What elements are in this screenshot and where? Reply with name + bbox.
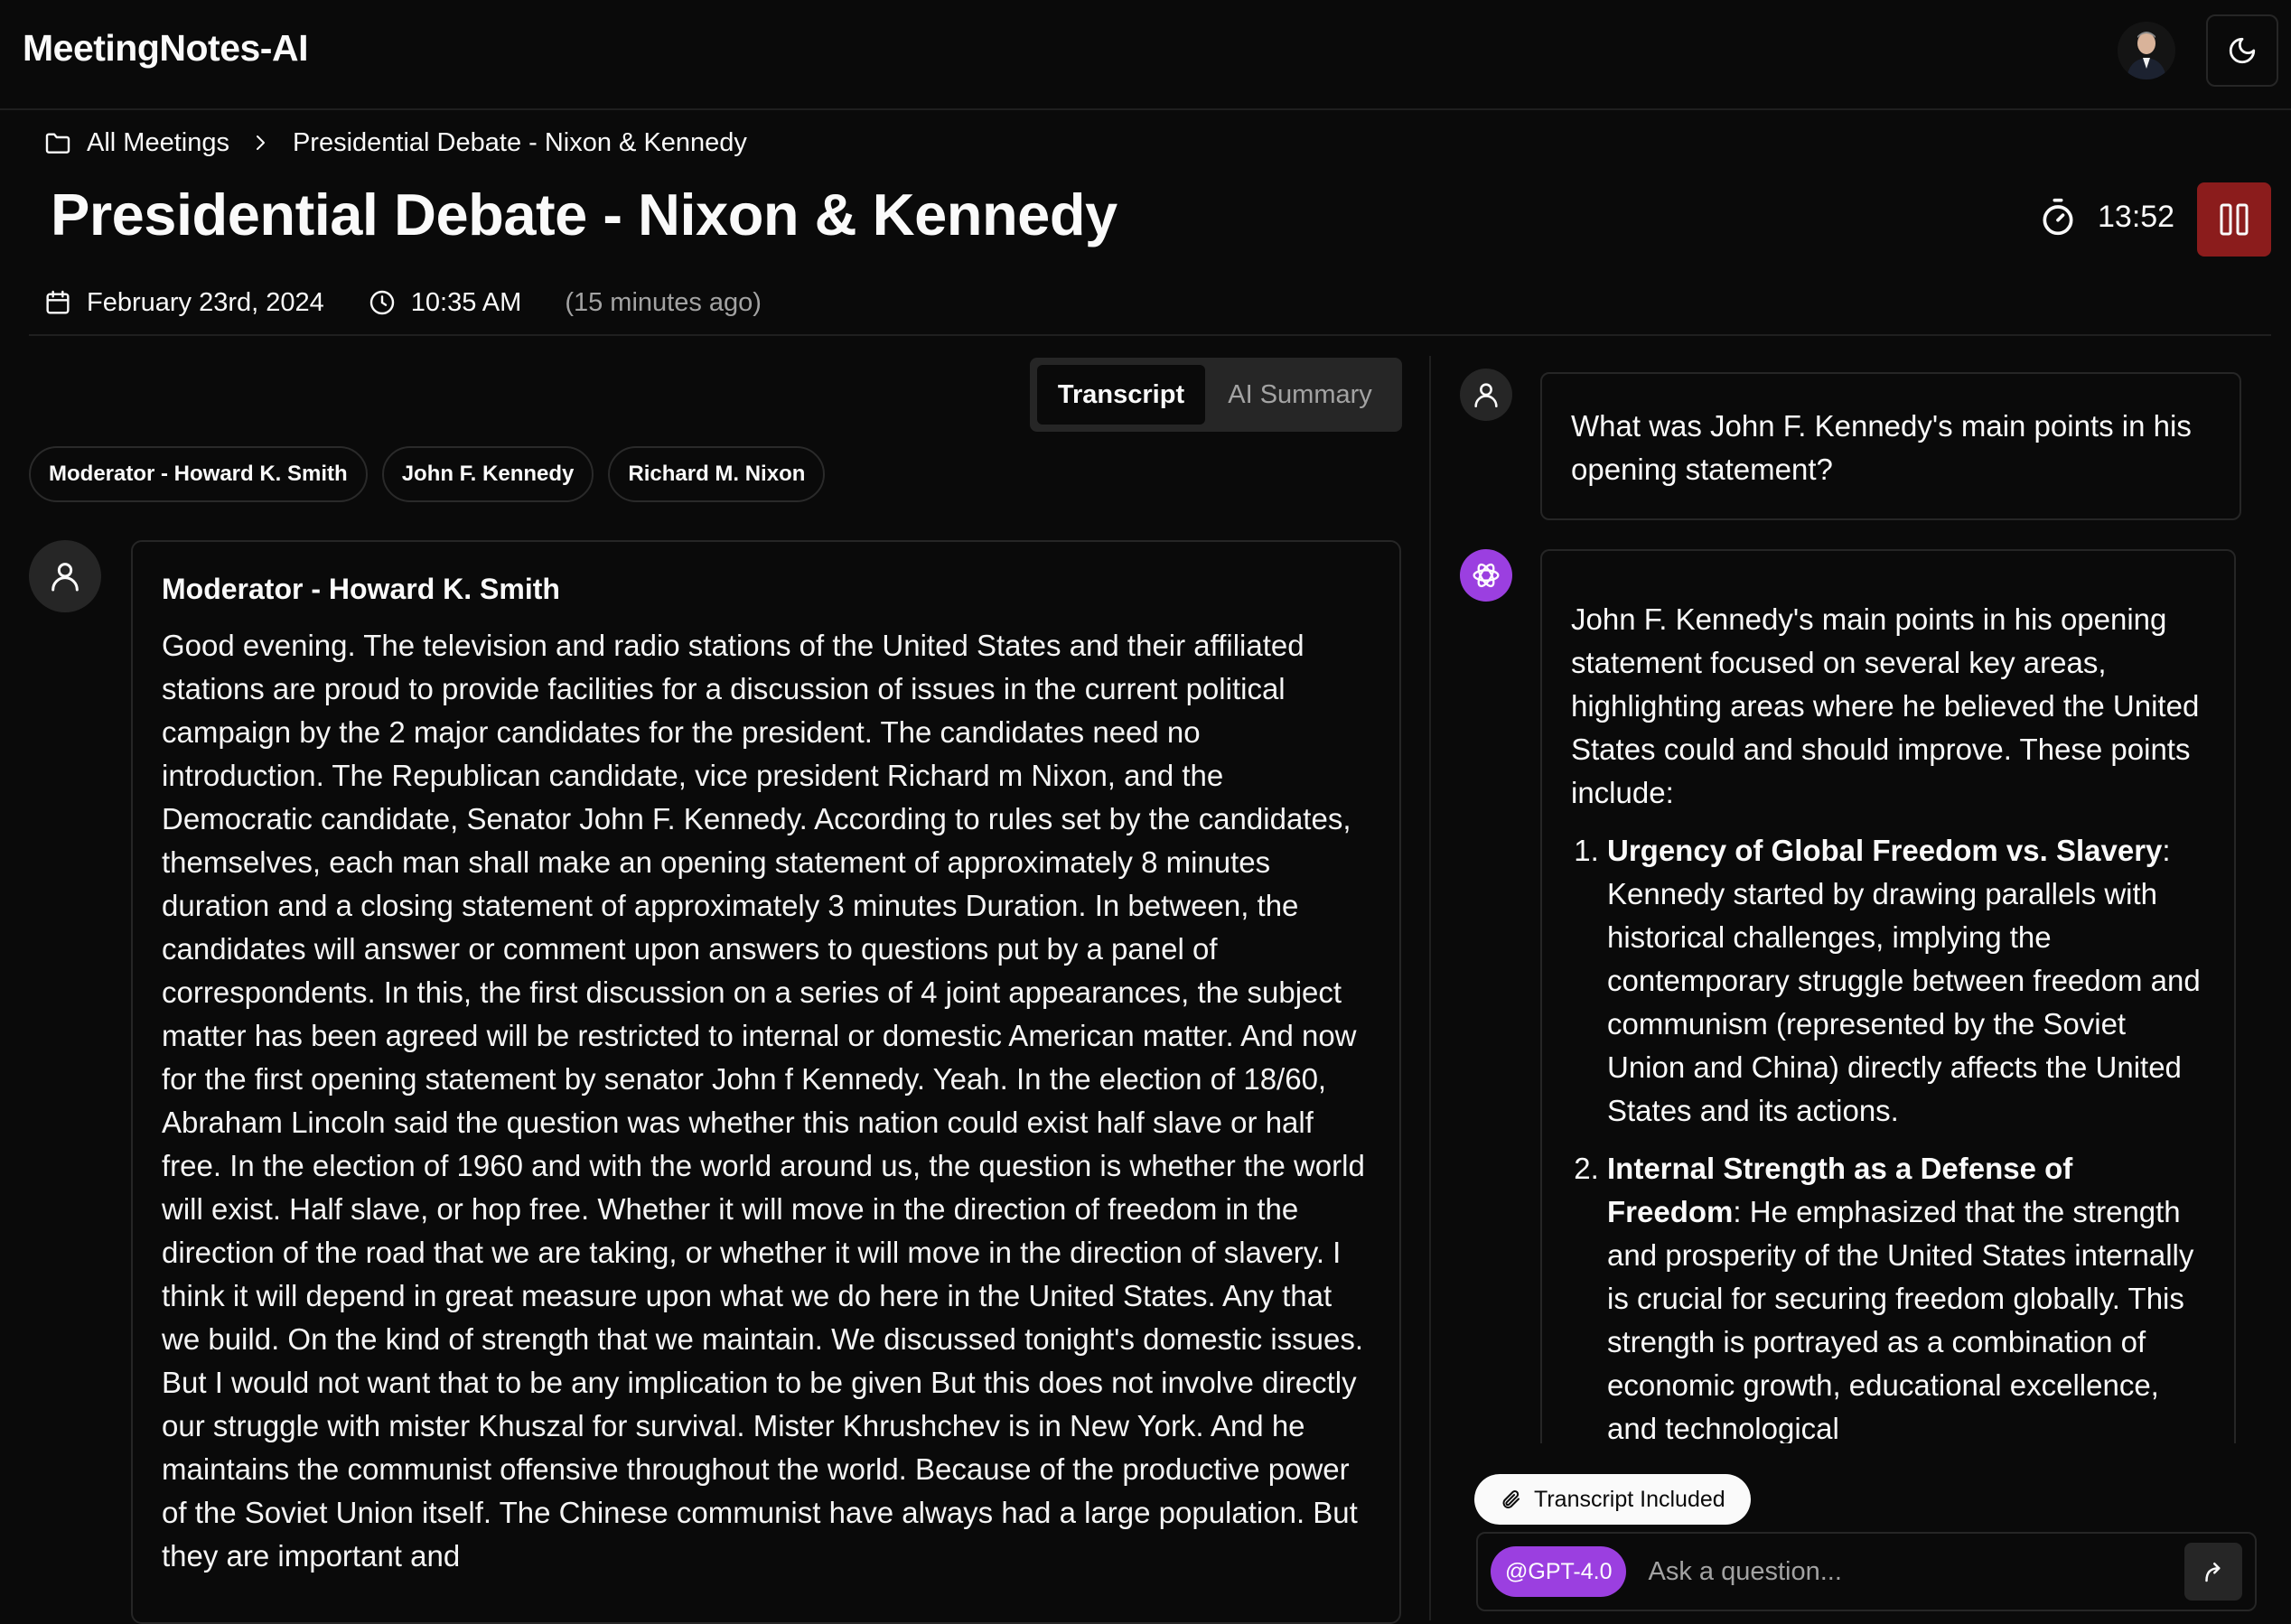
chat-user-message: What was John F. Kennedy's main points i… bbox=[1540, 372, 2241, 520]
send-icon bbox=[2205, 1563, 2221, 1582]
chat-input-bar: @GPT-4.0 bbox=[1476, 1532, 2257, 1611]
chevron-right-icon bbox=[249, 132, 271, 154]
meeting-date: February 23rd, 2024 bbox=[87, 287, 324, 317]
clock-icon bbox=[368, 288, 397, 317]
point-title: Urgency of Global Freedom vs. Slavery bbox=[1607, 834, 2163, 867]
transcript-included-toggle[interactable]: Transcript Included bbox=[1474, 1474, 1751, 1525]
openai-icon bbox=[1473, 563, 1500, 588]
top-bar: MeetingNotes-AI bbox=[0, 0, 2291, 110]
stopwatch-icon bbox=[2038, 197, 2078, 237]
meeting-relative-time: (15 minutes ago) bbox=[565, 287, 762, 317]
speaker-filter: Moderator - Howard K. Smith John F. Kenn… bbox=[29, 446, 839, 502]
transcript-speaker-name: Moderator - Howard K. Smith bbox=[162, 573, 560, 605]
recording-timer: 13:52 bbox=[2038, 197, 2174, 237]
transcript-text: Good evening. The television and radio s… bbox=[162, 629, 1365, 1573]
model-selector[interactable]: @GPT-4.0 bbox=[1491, 1546, 1627, 1597]
folder-icon bbox=[43, 128, 72, 157]
calendar-icon bbox=[43, 288, 72, 317]
meeting-time: 10:35 AM bbox=[410, 287, 522, 317]
point-text: : He emphasized that the strength and pr… bbox=[1607, 1195, 2194, 1443]
user-icon bbox=[1474, 383, 1498, 408]
ai-answer-points: Urgency of Global Freedom vs. Slavery: K… bbox=[1571, 829, 2205, 1443]
breadcrumb-current: Presidential Debate - Nixon & Kennedy bbox=[292, 127, 747, 157]
speaker-avatar bbox=[29, 540, 101, 612]
avatar-photo bbox=[2118, 22, 2175, 79]
pause-recording-button[interactable] bbox=[2197, 182, 2271, 257]
speaker-chip-moderator[interactable]: Moderator - Howard K. Smith bbox=[29, 446, 368, 502]
transcript-included-label: Transcript Included bbox=[1534, 1486, 1725, 1512]
user-avatar-photo[interactable] bbox=[2118, 22, 2175, 79]
ai-answer-point: Urgency of Global Freedom vs. Slavery: K… bbox=[1607, 829, 2205, 1133]
timer-value: 13:52 bbox=[2098, 199, 2175, 234]
pause-icon bbox=[2220, 203, 2249, 236]
point-text: : Kennedy started by drawing parallels w… bbox=[1607, 834, 2201, 1127]
page-title: Presidential Debate - Nixon & Kennedy bbox=[51, 182, 1117, 247]
ai-answer-intro: John F. Kennedy's main points in his ope… bbox=[1571, 602, 2200, 809]
view-tabs: Transcript AI Summary bbox=[1030, 358, 1402, 432]
transcript-entry: Moderator - Howard K. Smith Good evening… bbox=[131, 540, 1401, 1624]
send-button[interactable] bbox=[2184, 1543, 2242, 1601]
tab-transcript[interactable]: Transcript bbox=[1037, 365, 1205, 425]
theme-toggle-button[interactable] bbox=[2206, 14, 2278, 87]
chat-user-avatar bbox=[1460, 369, 1512, 421]
breadcrumb: All Meetings Presidential Debate - Nixon… bbox=[43, 125, 747, 161]
meeting-meta: February 23rd, 2024 10:35 AM (15 minutes… bbox=[43, 284, 762, 322]
speaker-chip-nixon[interactable]: Richard M. Nixon bbox=[608, 446, 826, 502]
panel-divider bbox=[1429, 356, 1431, 1620]
ask-question-input[interactable] bbox=[1648, 1556, 2184, 1587]
user-icon bbox=[51, 563, 79, 592]
ai-answer-point: Internal Strength as a Defense of Freedo… bbox=[1607, 1147, 2205, 1443]
chat-ai-avatar bbox=[1460, 549, 1512, 602]
divider bbox=[29, 334, 2271, 336]
paperclip-icon bbox=[1500, 1489, 1521, 1510]
chat-ai-message: John F. Kennedy's main points in his ope… bbox=[1540, 549, 2236, 1443]
breadcrumb-all-meetings-link[interactable]: All Meetings bbox=[87, 128, 229, 158]
app-title: MeetingNotes-AI bbox=[23, 27, 308, 69]
speaker-chip-kennedy[interactable]: John F. Kennedy bbox=[381, 446, 594, 502]
tab-ai-summary[interactable]: AI Summary bbox=[1205, 365, 1395, 425]
moon-icon bbox=[2229, 37, 2256, 64]
